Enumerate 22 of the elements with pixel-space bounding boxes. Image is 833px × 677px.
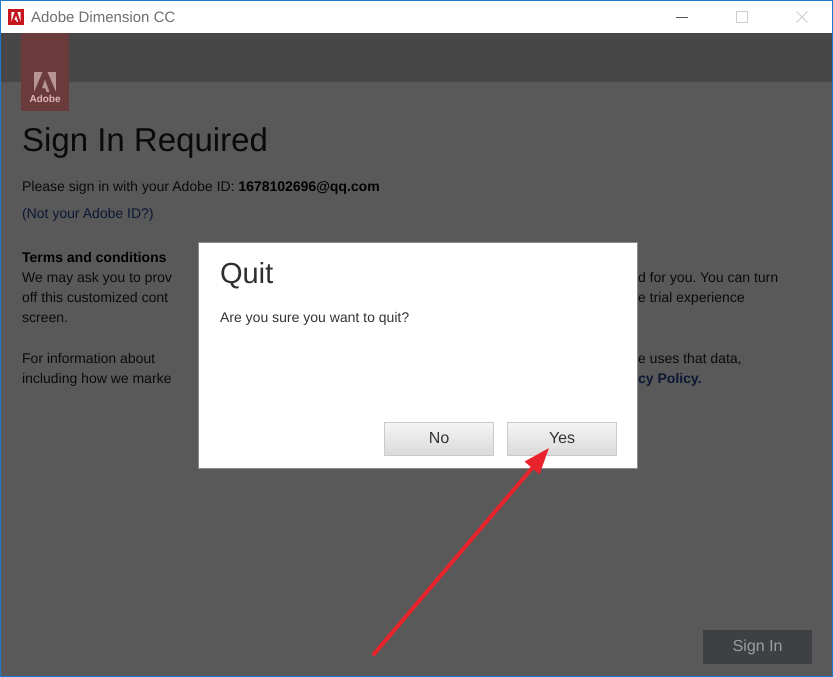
dialog-title: Quit: [220, 257, 274, 291]
body-text: d for you. You can turn: [638, 268, 778, 287]
sign-in-button[interactable]: Sign In: [703, 630, 812, 664]
body-text: screen.: [22, 308, 68, 327]
terms-heading: Terms and conditions: [22, 248, 166, 267]
switch-account-link[interactable]: (Not your Adobe ID?): [22, 203, 154, 223]
body-text: e uses that data,: [638, 349, 742, 368]
body-text: e trial experience: [638, 288, 745, 307]
logo-text: Adobe: [29, 94, 61, 105]
window-title: Adobe Dimension CC: [31, 8, 176, 26]
dialog-button[interactable]: Yes: [507, 422, 617, 456]
body-text: including how we marke: [22, 369, 172, 388]
page-heading: Sign In Required: [22, 120, 268, 160]
app-icon: [8, 9, 24, 25]
sign-in-prompt: Please sign in with your Adobe ID: 1678102696@qq.com: [22, 177, 380, 196]
body-text: For information about: [22, 349, 156, 368]
body-text: We may ask you to prov: [22, 268, 172, 287]
dialog-button[interactable]: No: [384, 422, 494, 456]
body-text: off this customized cont: [22, 288, 168, 307]
logo-icon: [34, 72, 56, 92]
dialog-message: Are you sure you want to quit?: [220, 308, 410, 327]
policy-link[interactable]: cy Policy.: [638, 368, 702, 388]
